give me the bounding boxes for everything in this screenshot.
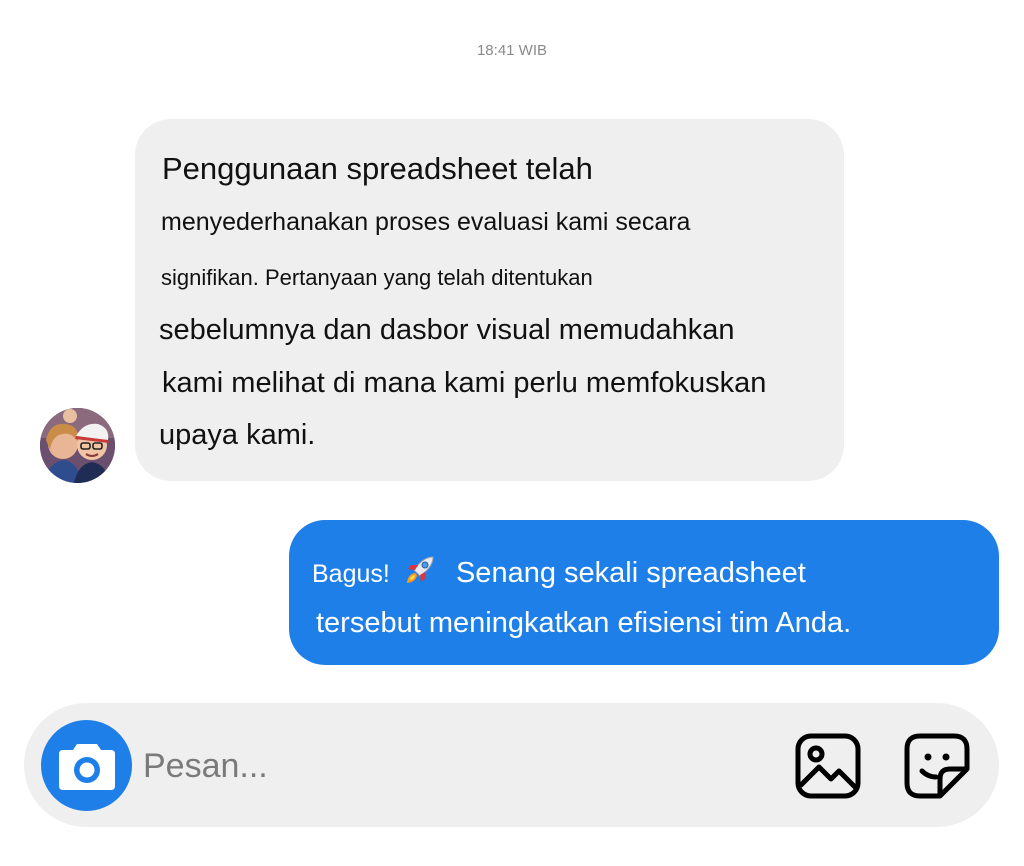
outgoing-message-line: Bagus! Senang sekali spreadsheet [312,552,806,594]
outgoing-message-line: tersebut meningkatkan efisiensi tim Anda… [316,607,852,639]
message-input[interactable]: Pesan... [143,747,268,786]
incoming-message-line: signifikan. Pertanyaan yang telah ditent… [161,265,593,290]
sticker-icon [904,733,970,799]
camera-icon [58,743,115,790]
sticker-button[interactable] [904,733,970,799]
incoming-message-line: kami melihat di mana kami perlu memfokus… [162,367,767,399]
message-timestamp: 18:41 WIB [476,42,548,59]
incoming-message-bubble[interactable]: Penggunaan spreadsheet telah menyederhan… [135,119,844,481]
camera-button[interactable] [41,720,132,811]
incoming-message-line: upaya kami. [159,419,316,451]
user-avatar-photo-icon [40,408,115,483]
outgoing-message-bubble[interactable]: Bagus! Senang sekali spreadsheet tersebu… [289,520,999,665]
image-gallery-button[interactable] [795,733,861,799]
image-gallery-icon [795,733,861,799]
message-composer[interactable]: Pesan... [24,703,999,827]
outgoing-line-text: Senang sekali spreadsheet [455,557,806,589]
incoming-message-line: menyederhanakan proses evaluasi kami sec… [161,208,691,236]
incoming-message-line: Penggunaan spreadsheet telah [162,151,593,186]
incoming-message-line: sebelumnya dan dasbor visual memudahkan [159,314,735,346]
outgoing-line-prefix: Bagus! [312,560,390,588]
sender-avatar[interactable] [40,408,115,483]
rocket-emoji-icon [404,552,438,594]
